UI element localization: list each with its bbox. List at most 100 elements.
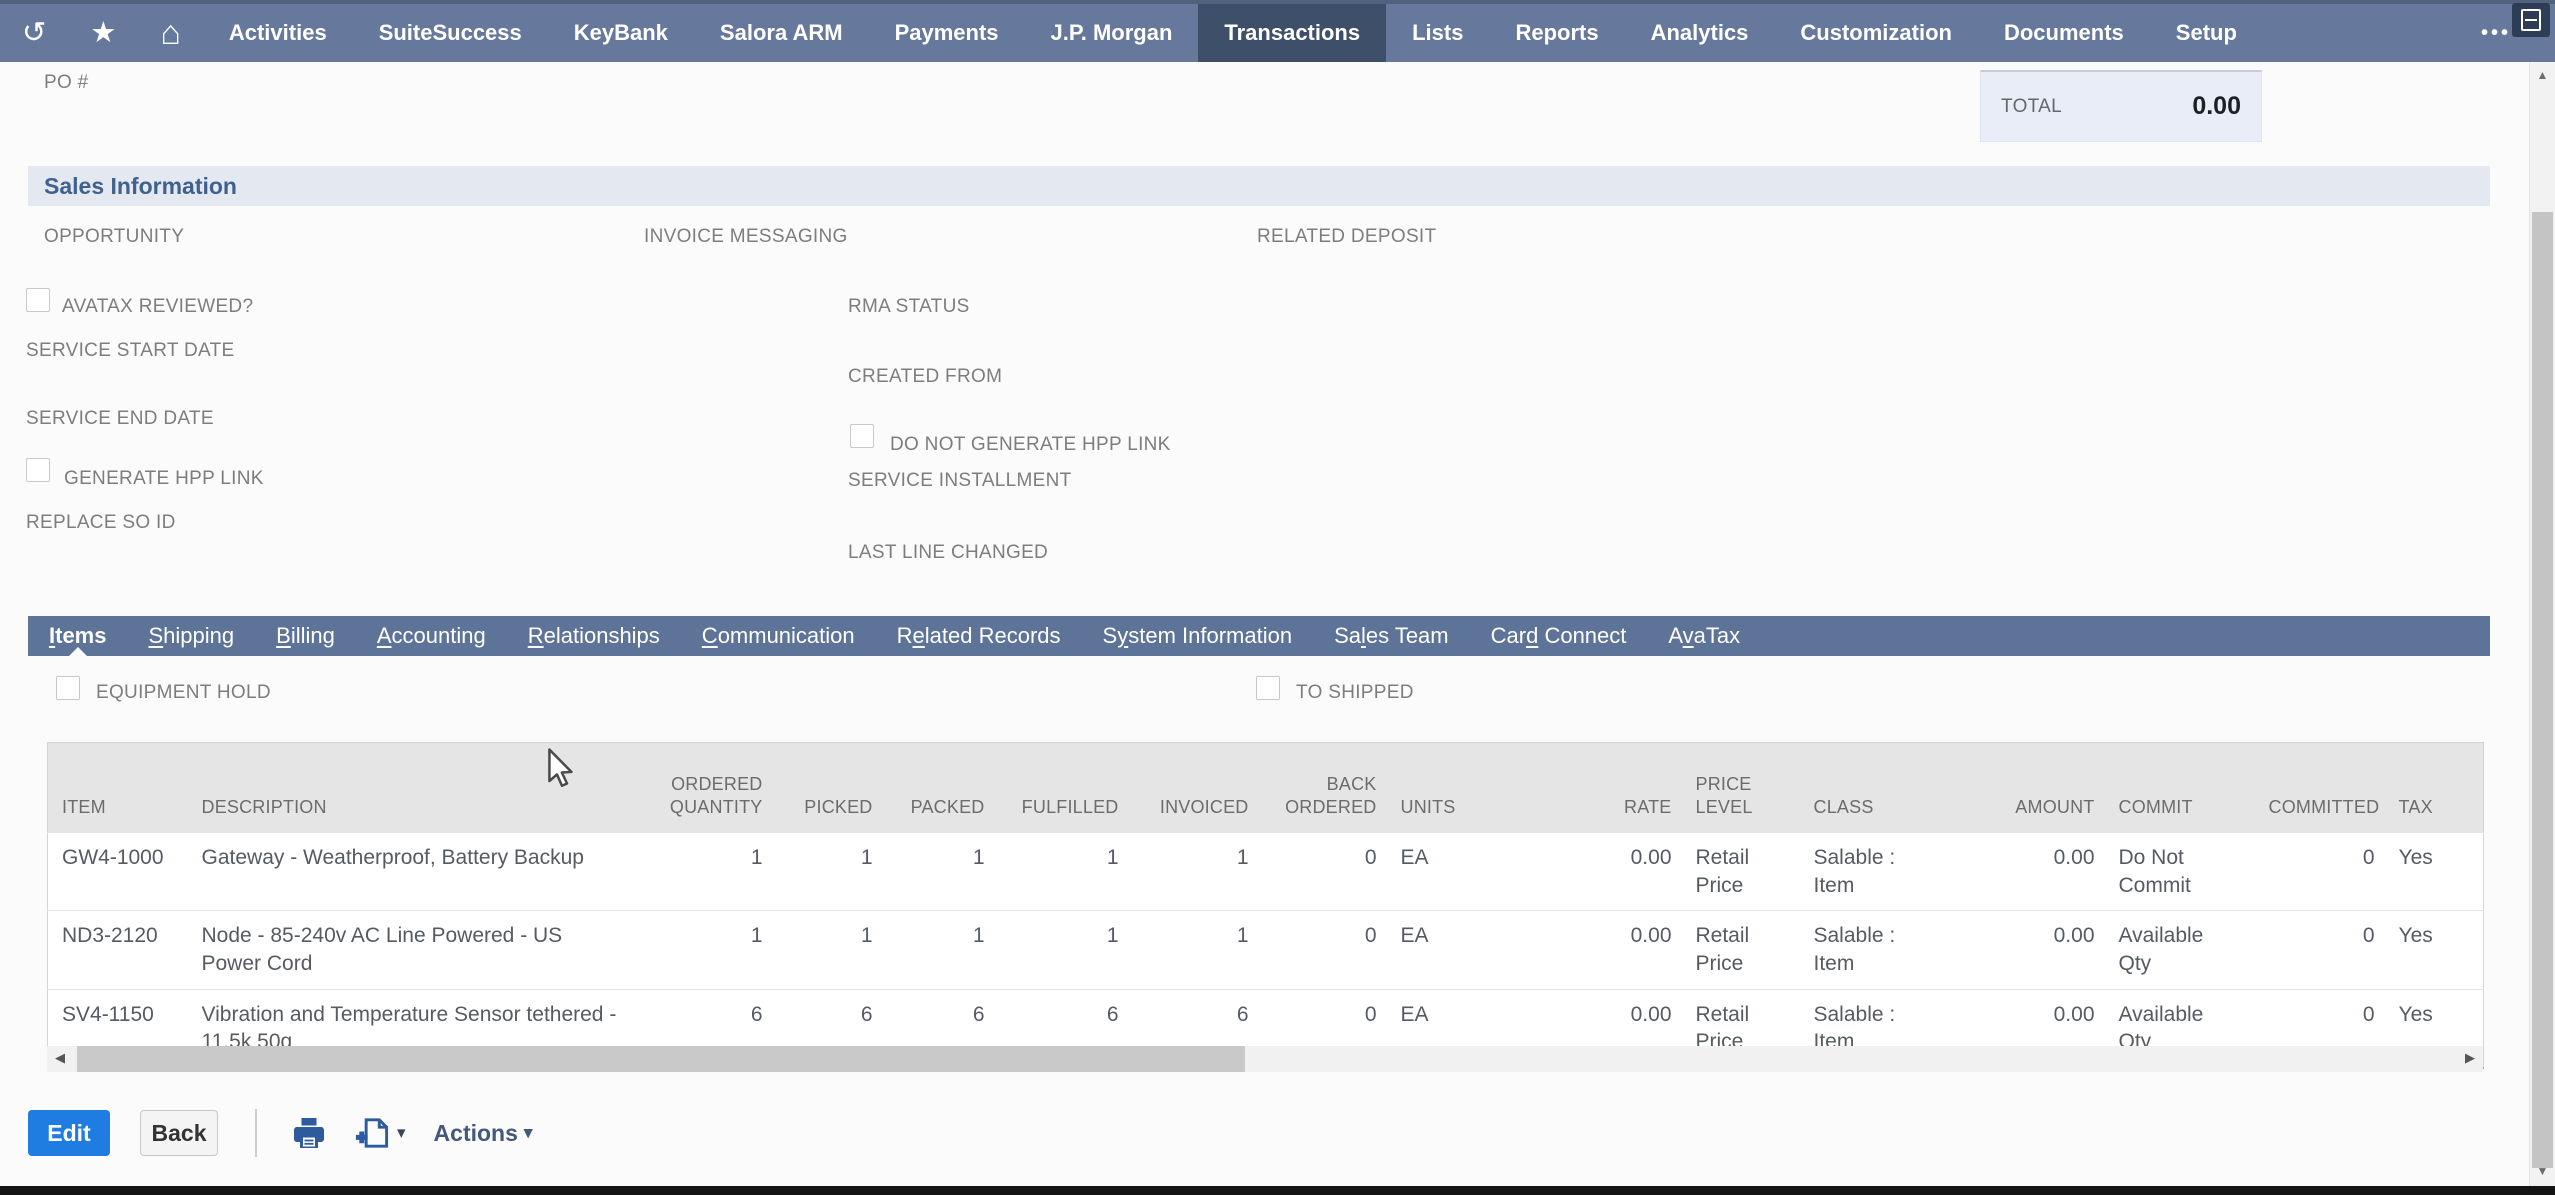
nav-item-keybank[interactable]: KeyBank: [548, 4, 694, 62]
avatax-reviewed-checkbox[interactable]: [26, 288, 50, 312]
cell-price-level: Retail Price: [1682, 911, 1800, 989]
nav-item-analytics[interactable]: Analytics: [1625, 4, 1775, 62]
column-header-committed: COMMITTED: [2255, 743, 2385, 833]
footer-divider: [255, 1109, 257, 1157]
cell-commit: Do Not Commit: [2105, 832, 2255, 910]
subtab-shipping[interactable]: Shipping: [127, 616, 255, 656]
subtab-card-connect[interactable]: Card Connect: [1470, 616, 1648, 656]
cell-class: Salable : Item: [1800, 832, 1970, 910]
cell-picked: 1: [773, 911, 883, 989]
page-vertical-scrollbar[interactable]: ▲ ▼: [2529, 62, 2555, 1186]
avatax-reviewed-label: AVATAX REVIEWED?: [62, 296, 253, 318]
actions-menu[interactable]: Actions ▾: [434, 1120, 533, 1147]
cell-description: Node - 85-240v AC Line Powered - US Powe…: [188, 911, 628, 989]
items-table-horizontal-scrollbar[interactable]: ◀ ▶: [47, 1046, 2483, 1072]
last-line-changed-label: LAST LINE CHANGED: [848, 542, 1048, 564]
edit-button[interactable]: Edit: [28, 1110, 110, 1156]
cell-rate: 0.00: [1567, 911, 1682, 989]
scroll-right-icon[interactable]: ▶: [2465, 1050, 2475, 1066]
print-icon[interactable]: [291, 1115, 327, 1151]
subtab-related-records[interactable]: Related Records: [876, 616, 1082, 656]
nav-item-transactions[interactable]: Transactions: [1198, 4, 1386, 62]
nav-menu: ActivitiesSuiteSuccessKeyBankSalora ARMP…: [203, 4, 2263, 62]
po-number-label: PO #: [44, 72, 89, 94]
related-deposit-label: RELATED DEPOSIT: [1257, 226, 1436, 248]
subtab-communication[interactable]: Communication: [681, 616, 876, 656]
home-icon[interactable]: ⌂: [138, 4, 203, 62]
cell-invoiced: 1: [1129, 911, 1259, 989]
cell-fulfilled: 1: [995, 911, 1129, 989]
to-shipped-checkbox[interactable]: [1256, 676, 1280, 700]
column-header-item: ITEM: [48, 743, 188, 833]
list-view-icon: [2521, 9, 2541, 31]
item-link[interactable]: ND3-2120: [48, 911, 188, 989]
opportunity-label: OPPORTUNITY: [44, 226, 184, 248]
cell-ordered-quantity: 1: [628, 832, 773, 910]
column-header-packed: PACKED: [883, 743, 995, 833]
total-label: TOTAL: [2001, 96, 2062, 118]
add-record-caret-icon[interactable]: ▾: [397, 1123, 406, 1143]
nav-item-salora-arm[interactable]: Salora ARM: [694, 4, 869, 62]
subtab-items[interactable]: Items: [28, 616, 127, 656]
cell-price-level: Retail Price: [1682, 832, 1800, 910]
column-header-picked: PICKED: [773, 743, 883, 833]
subtab-relationships[interactable]: Relationships: [507, 616, 681, 656]
column-header-fulfilled: FULFILLED: [995, 743, 1129, 833]
cell-fulfilled: 1: [995, 832, 1129, 910]
total-box: TOTAL 0.00: [1980, 70, 2262, 142]
column-header-invoiced: INVOICED: [1129, 743, 1259, 833]
cell-tax: Yes: [2385, 911, 2484, 989]
cell-units: EA: [1387, 832, 1567, 910]
cell-invoiced: 1: [1129, 832, 1259, 910]
bottom-window-edge: [0, 1186, 2555, 1195]
item-link[interactable]: GW4-1000: [48, 832, 188, 910]
nav-item-reports[interactable]: Reports: [1489, 4, 1624, 62]
scroll-down-icon[interactable]: ▼: [2530, 1164, 2555, 1178]
vertical-scrollbar-thumb[interactable]: [2532, 212, 2553, 1168]
cell-amount: 0.00: [1970, 911, 2105, 989]
created-from-label: CREATED FROM: [848, 366, 1002, 388]
service-start-date-label: SERVICE START DATE: [26, 340, 234, 362]
back-button[interactable]: Back: [140, 1110, 218, 1156]
column-header-price-level: PRICE LEVEL: [1682, 743, 1800, 833]
scroll-up-icon[interactable]: ▲: [2530, 68, 2555, 82]
cell-units: EA: [1387, 911, 1567, 989]
generate-hpp-link-checkbox[interactable]: [26, 458, 50, 482]
do-not-generate-hpp-link-checkbox[interactable]: [850, 424, 874, 448]
invoice-messaging-label: INVOICE MESSAGING: [644, 226, 848, 248]
cell-packed: 1: [883, 911, 995, 989]
subtab-system-information[interactable]: System Information: [1082, 616, 1314, 656]
cell-packed: 1: [883, 832, 995, 910]
nav-item-customization[interactable]: Customization: [1774, 4, 1978, 62]
shortcuts-star-icon[interactable]: ★: [68, 4, 138, 62]
sales-information-header: Sales Information: [28, 166, 2490, 206]
netsuite-sales-order-page: ↺ ★ ⌂ ActivitiesSuiteSuccessKeyBankSalor…: [0, 0, 2555, 1195]
service-installment-label: SERVICE INSTALLMENT: [848, 470, 1072, 492]
nav-item-setup[interactable]: Setup: [2150, 4, 2263, 62]
nav-item-suitesuccess[interactable]: SuiteSuccess: [353, 4, 548, 62]
subtab-avatax[interactable]: AvaTax: [1647, 616, 1761, 656]
add-record-icon[interactable]: [353, 1115, 391, 1151]
nav-item-documents[interactable]: Documents: [1978, 4, 2150, 62]
equipment-hold-checkbox[interactable]: [56, 676, 80, 700]
column-header-ordered-quantity: ORDERED QUANTITY: [628, 743, 773, 833]
subtab-sales-team[interactable]: Sales Team: [1313, 616, 1470, 656]
nav-item-lists[interactable]: Lists: [1386, 4, 1489, 62]
horizontal-scrollbar-thumb[interactable]: [77, 1046, 1245, 1072]
cell-picked: 1: [773, 832, 883, 910]
recent-records-icon[interactable]: ↺: [0, 4, 68, 62]
column-header-tax: TAX: [2385, 743, 2484, 833]
column-header-class: CLASS: [1800, 743, 1970, 833]
replace-so-id-label: REPLACE SO ID: [26, 512, 176, 534]
subtab-billing[interactable]: Billing: [255, 616, 356, 656]
nav-item-activities[interactable]: Activities: [203, 4, 353, 62]
cell-committed: 0: [2255, 832, 2385, 910]
nav-item-payments[interactable]: Payments: [869, 4, 1025, 62]
cell-back-ordered: 0: [1259, 911, 1387, 989]
list-view-toggle-button[interactable]: [2512, 3, 2550, 37]
subtab-accounting[interactable]: Accounting: [356, 616, 507, 656]
scroll-left-icon[interactable]: ◀: [55, 1050, 65, 1066]
subtab-bar: ItemsShippingBillingAccountingRelationsh…: [28, 616, 2490, 656]
nav-item-j-p-morgan[interactable]: J.P. Morgan: [1025, 4, 1199, 62]
cell-rate: 0.00: [1567, 832, 1682, 910]
